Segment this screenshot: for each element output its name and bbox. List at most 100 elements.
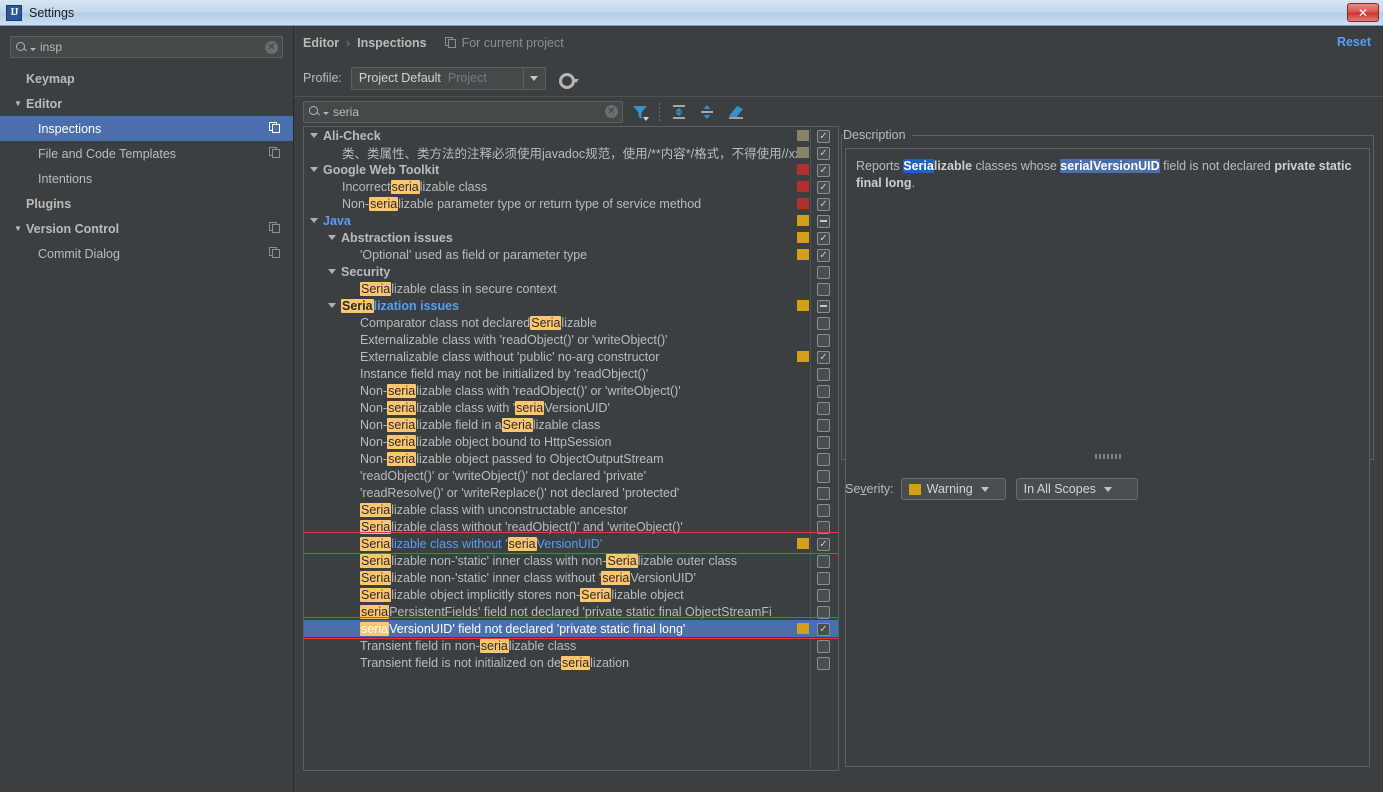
- sidebar-item-intentions[interactable]: Intentions: [0, 166, 293, 191]
- inspection-tree-row[interactable]: Seria lization issues: [304, 297, 838, 314]
- inspection-tree-row[interactable]: Transient field is not initialized on de…: [304, 654, 838, 671]
- copy-icon[interactable]: [269, 122, 281, 134]
- severity-swatch[interactable]: [797, 538, 809, 549]
- reset-filter-icon[interactable]: [724, 101, 746, 123]
- severity-swatch[interactable]: [797, 623, 809, 634]
- severity-swatch[interactable]: [797, 198, 809, 209]
- inspection-tree-row[interactable]: Comparator class not declared Seria lizab…: [304, 314, 838, 331]
- close-icon[interactable]: ✕: [1347, 3, 1379, 22]
- inspection-tree-row[interactable]: 类、类属性、类方法的注释必须使用javadoc规范，使用/**内容*/格式，不得…: [304, 144, 838, 161]
- inspection-enabled-checkbox[interactable]: [817, 282, 830, 296]
- inspection-enabled-checkbox[interactable]: [817, 503, 830, 517]
- inspection-enabled-checkbox[interactable]: ✓: [817, 163, 830, 177]
- inspection-tree-row[interactable]: Seria lizable non-'static' inner class wi…: [304, 552, 838, 569]
- inspection-tree-row[interactable]: Java: [304, 212, 838, 229]
- inspection-enabled-checkbox[interactable]: [817, 588, 830, 602]
- chevron-down-icon[interactable]: [328, 269, 336, 274]
- inspection-tree-row[interactable]: Non-seria lizable parameter type or retur…: [304, 195, 838, 212]
- chevron-down-icon[interactable]: [310, 167, 318, 172]
- copy-icon[interactable]: [269, 247, 281, 259]
- collapse-all-icon[interactable]: [696, 101, 718, 123]
- inspection-tree-row[interactable]: Transient field in non-seria lizable clas…: [304, 637, 838, 654]
- inspection-enabled-checkbox[interactable]: [817, 605, 830, 619]
- severity-swatch[interactable]: [797, 164, 809, 175]
- inspection-enabled-checkbox[interactable]: [817, 418, 830, 432]
- inspection-enabled-checkbox[interactable]: [817, 367, 830, 381]
- chevron-down-icon[interactable]: [328, 303, 336, 308]
- inspection-enabled-checkbox[interactable]: [817, 384, 830, 398]
- inspection-tree-row[interactable]: Instance field may not be initialized by…: [304, 365, 838, 382]
- inspection-tree-row[interactable]: Non-seria lizable object bound to HttpSes…: [304, 433, 838, 450]
- severity-swatch[interactable]: [797, 300, 809, 311]
- inspection-tree-row[interactable]: seria VersionUID' field not declared 'pri…: [304, 620, 838, 637]
- inspection-enabled-checkbox[interactable]: [817, 639, 830, 653]
- inspection-tree-row[interactable]: Seria lizable class without ' seria Version…: [304, 535, 838, 552]
- inspection-tree-row[interactable]: seria PersistentFields' field not declare…: [304, 603, 838, 620]
- inspection-enabled-checkbox[interactable]: [817, 554, 830, 568]
- inspection-tree-row[interactable]: Seria lizable non-'static' inner class wi…: [304, 569, 838, 586]
- inspection-enabled-checkbox[interactable]: ✓: [817, 231, 830, 245]
- copy-icon[interactable]: [269, 222, 281, 234]
- inspection-tree-row[interactable]: Ali-Check ✓: [304, 127, 838, 144]
- inspection-enabled-checkbox[interactable]: [817, 656, 830, 670]
- severity-swatch[interactable]: [797, 232, 809, 243]
- profile-select[interactable]: Project Default Project: [350, 66, 546, 90]
- inspection-enabled-checkbox[interactable]: ✓: [817, 146, 830, 160]
- sidebar-item-version-control[interactable]: ▼ Version Control: [0, 216, 293, 241]
- chevron-down-icon[interactable]: ▼: [14, 99, 26, 108]
- sidebar-item-plugins[interactable]: Plugins: [0, 191, 293, 216]
- inspection-enabled-checkbox[interactable]: [817, 214, 830, 228]
- inspection-tree-row[interactable]: Google Web Toolkit ✓: [304, 161, 838, 178]
- inspection-enabled-checkbox[interactable]: ✓: [817, 197, 830, 211]
- severity-swatch[interactable]: [797, 215, 809, 226]
- chevron-down-icon[interactable]: ▼: [14, 224, 26, 233]
- inspection-tree-row[interactable]: Non-seria lizable class with ' seria Versio…: [304, 399, 838, 416]
- inspection-enabled-checkbox[interactable]: [817, 435, 830, 449]
- inspection-tree-row[interactable]: Non-seria lizable class with 'readObject(…: [304, 382, 838, 399]
- inspection-enabled-checkbox[interactable]: ✓: [817, 129, 830, 143]
- severity-swatch[interactable]: [797, 249, 809, 260]
- resize-handle[interactable]: [1094, 454, 1121, 459]
- inspection-enabled-checkbox[interactable]: [817, 520, 830, 534]
- inspection-enabled-checkbox[interactable]: [817, 401, 830, 415]
- inspection-tree-row[interactable]: Externalizable class without 'public' no…: [304, 348, 838, 365]
- inspection-enabled-checkbox[interactable]: [817, 452, 830, 466]
- inspection-search-input[interactable]: seria ✕: [303, 100, 623, 123]
- inspection-enabled-checkbox[interactable]: ✓: [817, 622, 830, 636]
- inspection-enabled-checkbox[interactable]: [817, 333, 830, 347]
- sidebar-item-commit-dialog[interactable]: Commit Dialog: [0, 241, 293, 266]
- severity-swatch[interactable]: [797, 181, 809, 192]
- reset-button[interactable]: Reset: [1337, 35, 1371, 49]
- sidebar-item-inspections[interactable]: Inspections: [0, 116, 293, 141]
- severity-swatch[interactable]: [797, 130, 809, 141]
- inspection-enabled-checkbox[interactable]: [817, 486, 830, 500]
- inspection-tree-row[interactable]: 'readResolve()' or 'writeReplace()' not …: [304, 484, 838, 501]
- inspection-enabled-checkbox[interactable]: ✓: [817, 537, 830, 551]
- inspection-tree-row[interactable]: Abstraction issues ✓: [304, 229, 838, 246]
- inspection-tree-row[interactable]: Seria lizable class with unconstructable …: [304, 501, 838, 518]
- profile-dropdown-button[interactable]: [522, 67, 545, 89]
- filter-icon[interactable]: [629, 101, 651, 123]
- inspection-tree-row[interactable]: Externalizable class with 'readObject()'…: [304, 331, 838, 348]
- inspection-tree-row[interactable]: 'readObject()' or 'writeObject()' not de…: [304, 467, 838, 484]
- inspection-tree-row[interactable]: Non-seria lizable object passed to Object…: [304, 450, 838, 467]
- clear-icon[interactable]: ✕: [265, 40, 278, 54]
- inspection-tree[interactable]: Ali-Check ✓ 类、类属性、类方法的注释必须使用javadoc规范，使用/*…: [303, 126, 839, 771]
- inspection-tree-row[interactable]: Incorrect seria lizable class ✓: [304, 178, 838, 195]
- inspection-tree-row[interactable]: Non-seria lizable field in a Seria lizable…: [304, 416, 838, 433]
- inspection-tree-row[interactable]: Seria lizable class in secure context: [304, 280, 838, 297]
- inspection-enabled-checkbox[interactable]: [817, 571, 830, 585]
- inspection-tree-row[interactable]: 'Optional' used as field or parameter ty…: [304, 246, 838, 263]
- inspection-enabled-checkbox[interactable]: ✓: [817, 350, 830, 364]
- sidebar-search-input[interactable]: insp ✕: [10, 36, 283, 58]
- profile-settings-button[interactable]: [558, 72, 579, 89]
- sidebar-item-file-and-code-templates[interactable]: File and Code Templates: [0, 141, 293, 166]
- inspection-enabled-checkbox[interactable]: [817, 299, 830, 313]
- inspection-enabled-checkbox[interactable]: ✓: [817, 180, 830, 194]
- severity-swatch[interactable]: [797, 351, 809, 362]
- sidebar-item-editor[interactable]: ▼ Editor: [0, 91, 293, 116]
- severity-swatch[interactable]: [797, 147, 809, 158]
- copy-icon[interactable]: [269, 147, 281, 159]
- inspection-enabled-checkbox[interactable]: [817, 265, 830, 279]
- inspection-tree-row[interactable]: Seria lizable object implicitly stores no…: [304, 586, 838, 603]
